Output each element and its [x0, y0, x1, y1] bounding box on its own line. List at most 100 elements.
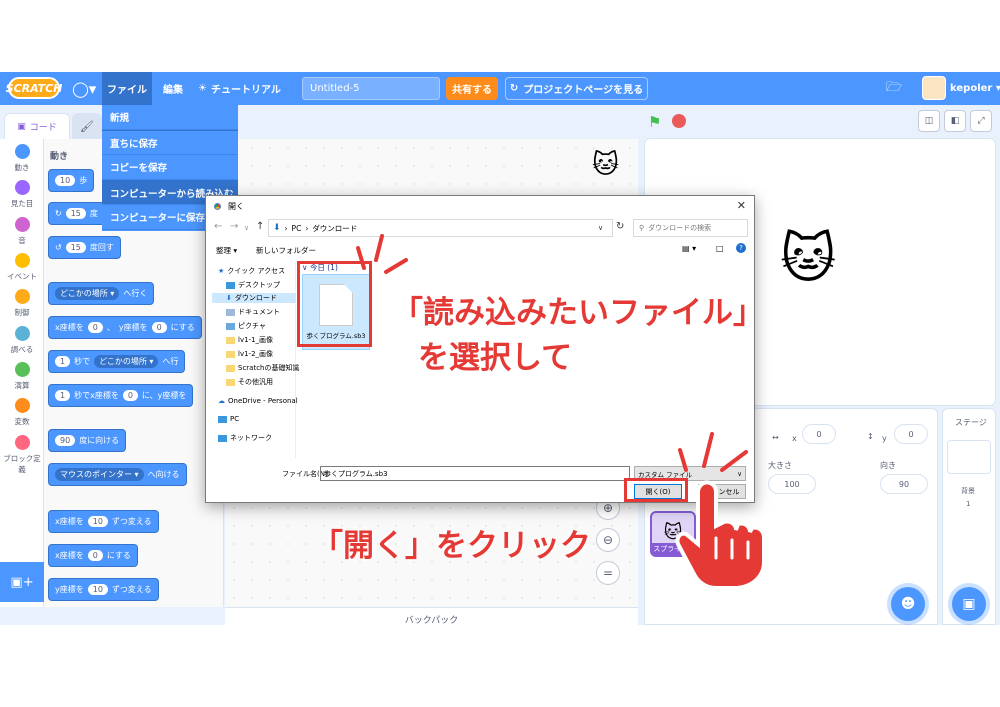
- block-input[interactable]: 10: [55, 175, 76, 186]
- menu-item-save-now[interactable]: 直ちに保存: [102, 130, 238, 155]
- block-move[interactable]: 10 歩: [48, 169, 95, 192]
- category-sound[interactable]: 音: [0, 217, 44, 246]
- nav-onedrive[interactable]: ☁ OneDrive - Personal: [218, 397, 298, 405]
- folder-icon[interactable]: 🗁: [886, 72, 906, 105]
- block-input[interactable]: 1: [55, 356, 71, 367]
- organize-button[interactable]: 整理 ▾: [216, 245, 237, 256]
- direction-input[interactable]: 90: [880, 474, 928, 494]
- block-glide[interactable]: 1 秒で どこかの場所 ▾ へ行: [48, 350, 186, 373]
- x-input[interactable]: 0: [802, 424, 836, 444]
- block-set-x[interactable]: x座標を 0 にする: [48, 544, 138, 567]
- block-change-x[interactable]: x座標を 10 ずつ変える: [48, 510, 159, 533]
- category-operators[interactable]: 演算: [0, 362, 44, 391]
- y-input[interactable]: 0: [894, 424, 928, 444]
- sprite-cat-icon[interactable]: 🐱: [780, 227, 836, 290]
- category-control[interactable]: 制御: [0, 289, 44, 318]
- project-title-input[interactable]: Untitled-5: [302, 77, 440, 100]
- block-dropdown[interactable]: どこかの場所 ▾: [55, 287, 120, 300]
- block-glide-xy[interactable]: 1 秒でx座標を 0 に、y座標を: [48, 384, 194, 407]
- recent-chevron-icon[interactable]: ∨: [244, 224, 249, 232]
- block-input[interactable]: 10: [87, 584, 108, 595]
- block-input[interactable]: 10: [87, 516, 108, 527]
- file-menu[interactable]: ファイル: [102, 72, 152, 105]
- new-folder-button[interactable]: 新しいフォルダー: [256, 245, 316, 256]
- zoom-out-icon[interactable]: ⊖: [596, 528, 620, 552]
- category-my-blocks[interactable]: ブロック定義: [0, 435, 44, 475]
- menu-item-save-copy[interactable]: コピーを保存: [102, 155, 238, 180]
- breadcrumb-pc[interactable]: PC: [292, 224, 302, 233]
- nav-folder-other[interactable]: その他汎用: [226, 377, 273, 387]
- block-input[interactable]: 15: [65, 242, 86, 253]
- block-change-y[interactable]: y座標を 10 ずつ変える: [48, 578, 159, 601]
- forward-arrow-icon[interactable]: →: [230, 221, 238, 232]
- menu-item-new[interactable]: 新規: [102, 105, 238, 130]
- fullscreen-icon[interactable]: ⤢: [970, 110, 992, 132]
- nav-pc[interactable]: PC: [218, 415, 239, 423]
- project-page-button[interactable]: ↻ プロジェクトページを見る: [505, 77, 648, 100]
- search-input[interactable]: ⚲ ダウンロードの検索: [633, 219, 748, 237]
- address-bar[interactable]: ⬇ › PC › ダウンロード: [268, 219, 613, 237]
- block-input[interactable]: 0: [151, 322, 167, 333]
- navigation-pane: ★ クイック アクセス デスクトップ ⬇ ダウンロード ドキュメント ピクチャ lv…: [212, 262, 300, 458]
- category-motion[interactable]: 動き: [0, 144, 44, 173]
- nav-folder-lv1-2[interactable]: lv1-2_画像: [226, 349, 273, 359]
- tutorial-menu[interactable]: ☀ チュートリアル: [198, 72, 298, 105]
- backpack[interactable]: バックパック: [225, 607, 638, 625]
- address-dropdown-icon[interactable]: ∨: [598, 224, 603, 232]
- nav-documents[interactable]: ドキュメント: [226, 307, 280, 317]
- block-dropdown[interactable]: マウスのポインター ▾: [55, 468, 144, 481]
- block-input[interactable]: 90: [55, 435, 76, 446]
- green-flag-icon[interactable]: ⚑: [648, 113, 661, 131]
- block-text: ずつ変える: [111, 517, 152, 526]
- scratch-logo[interactable]: SCRATCH: [6, 77, 62, 99]
- block-turn-right[interactable]: ↻ 15 度: [48, 202, 105, 225]
- category-variables[interactable]: 変数: [0, 398, 44, 427]
- small-stage-icon[interactable]: ◫: [918, 110, 940, 132]
- nav-downloads[interactable]: ⬇ ダウンロード: [212, 293, 296, 303]
- back-arrow-icon[interactable]: ←: [214, 221, 222, 232]
- block-point-towards[interactable]: マウスのポインター ▾ へ向ける: [48, 463, 187, 486]
- nav-network[interactable]: ネットワーク: [218, 433, 272, 443]
- block-goto[interactable]: どこかの場所 ▾ へ行く: [48, 282, 155, 305]
- block-input[interactable]: 0: [87, 550, 103, 561]
- category-sensing[interactable]: 調べる: [0, 326, 44, 355]
- nav-desktop[interactable]: デスクトップ: [226, 280, 280, 290]
- nav-quick-access[interactable]: ★ クイック アクセス: [218, 266, 285, 276]
- nav-pictures[interactable]: ピクチャ: [226, 321, 266, 331]
- avatar[interactable]: [922, 76, 946, 100]
- breadcrumb-folder[interactable]: ダウンロード: [312, 223, 357, 234]
- backdrop-thumbnail[interactable]: [947, 440, 991, 474]
- tab-code[interactable]: ▣ コード: [4, 113, 70, 139]
- size-input[interactable]: 100: [768, 474, 816, 494]
- block-dropdown[interactable]: どこかの場所 ▾: [94, 355, 159, 368]
- share-button[interactable]: 共有する: [446, 77, 498, 100]
- block-point-direction[interactable]: 90 度に向ける: [48, 429, 127, 452]
- nav-folder-lv1-1[interactable]: lv1-1_画像: [226, 335, 273, 345]
- block-input[interactable]: 0: [87, 322, 103, 333]
- block-input[interactable]: 0: [122, 390, 138, 401]
- up-arrow-icon[interactable]: ↑: [256, 221, 264, 232]
- large-stage-icon[interactable]: ◧: [944, 110, 966, 132]
- close-icon[interactable]: ✕: [737, 199, 746, 212]
- refresh-icon[interactable]: ↻: [616, 221, 624, 232]
- stop-icon[interactable]: [672, 114, 686, 128]
- category-events[interactable]: イベント: [0, 253, 44, 282]
- username-menu[interactable]: kepoler ▾: [950, 72, 1000, 105]
- choose-backdrop-button[interactable]: ▣: [952, 587, 986, 621]
- help-icon[interactable]: ?: [736, 243, 746, 253]
- nav-folder-scratch[interactable]: Scratchの基礎知識: [226, 363, 300, 373]
- filename-input[interactable]: 歩くプログラム.sb3: [320, 466, 630, 481]
- globe-icon[interactable]: ◯▾: [72, 72, 100, 105]
- choose-sprite-button[interactable]: ☻: [891, 587, 925, 621]
- block-input[interactable]: 15: [65, 208, 86, 219]
- block-goto-xy[interactable]: x座標を 0、 y座標を 0 にする: [48, 316, 202, 339]
- preview-pane-icon[interactable]: □: [716, 244, 724, 253]
- block-turn-left[interactable]: ↺ 15 度回す: [48, 236, 121, 259]
- category-looks[interactable]: 見た目: [0, 180, 44, 209]
- view-options-icon[interactable]: ▤ ▾: [682, 244, 696, 253]
- zoom-reset-icon[interactable]: =: [596, 561, 620, 585]
- edit-menu[interactable]: 編集: [158, 72, 188, 105]
- add-extension-button[interactable]: ▣+: [0, 562, 44, 602]
- tab-costumes[interactable]: 🖌: [72, 113, 102, 139]
- block-input[interactable]: 1: [55, 390, 71, 401]
